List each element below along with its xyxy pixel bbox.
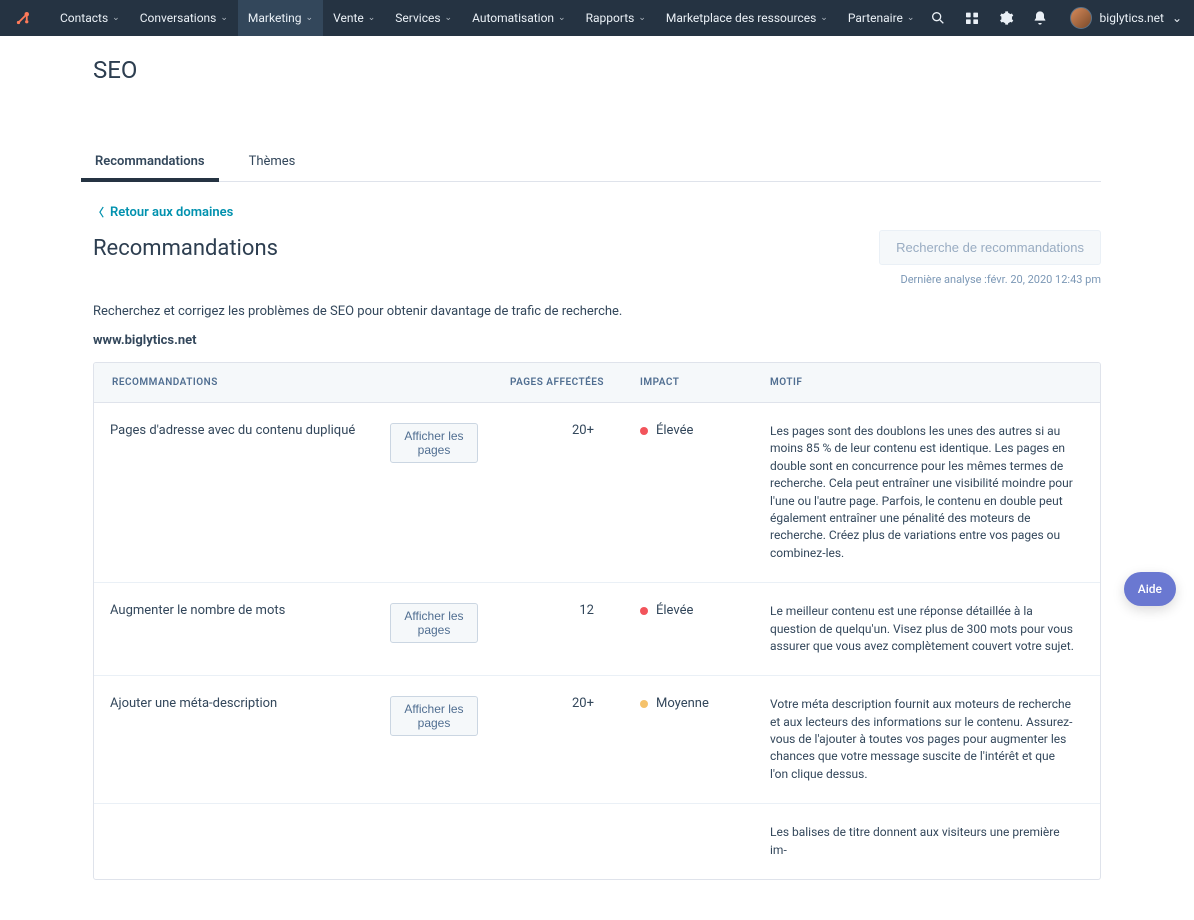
reason-text: Les pages sont des doublons les unes des… [754, 403, 1100, 582]
impact-cell [624, 804, 754, 844]
nav-item-conversations[interactable]: Conversations⌄ [130, 0, 238, 36]
back-link-label: Retour aux domaines [110, 205, 233, 220]
nav-item-contacts[interactable]: Contacts ⌄ [50, 0, 130, 36]
nav-item-marketplace-des-ressources[interactable]: Marketplace des ressources ⌄ [656, 0, 838, 36]
domain-name: www.biglytics.net [93, 333, 1101, 348]
impact-cell: Élevée [624, 583, 754, 638]
notifications-bell-icon[interactable] [1032, 10, 1048, 26]
col-header-reason: MOTIF [754, 363, 1100, 402]
chevron-down-icon: ⌄ [558, 13, 566, 23]
col-header-pages: PAGES AFFECTÉES [494, 363, 624, 402]
nav-items: Contacts⌄Conversations⌄Marketing⌄Vente⌄S… [50, 0, 924, 36]
account-label: biglytics.net [1100, 11, 1164, 25]
table-header: RECOMMANDATIONS PAGES AFFECTÉES IMPACT M… [94, 363, 1100, 403]
pages-affected [494, 804, 624, 844]
table-row: Les balises de titre donnent aux visiteu… [94, 804, 1100, 879]
chevron-left-icon: 〈 [93, 204, 104, 220]
rec-title: Pages d'adresse avec du contenu dupliqué [94, 403, 374, 458]
impact-label: Élevée [656, 603, 693, 618]
table-row: Augmenter le nombre de mots Afficher les … [94, 583, 1100, 676]
impact-cell: Élevée [624, 403, 754, 458]
pages-affected: 20+ [494, 403, 624, 458]
top-nav: Contacts⌄Conversations⌄Marketing⌄Vente⌄S… [0, 0, 1194, 36]
nav-item-label: Vente [333, 11, 364, 25]
nav-item-partenaire[interactable]: Partenaire ⌄ [838, 0, 925, 36]
hubspot-logo-icon[interactable] [12, 7, 34, 29]
pages-affected: 12 [494, 583, 624, 638]
show-pages-button[interactable]: Afficher les pages [390, 696, 478, 736]
nav-item-marketing[interactable]: Marketing ⌄ [238, 0, 323, 36]
nav-item-label: Automatisation [472, 11, 554, 25]
chevron-down-icon: ⌄ [368, 13, 376, 23]
settings-gear-icon[interactable] [998, 10, 1014, 26]
nav-utility-icons [930, 10, 1048, 26]
avatar [1070, 7, 1092, 29]
chevron-down-icon: ⌄ [907, 13, 915, 23]
rec-title [94, 804, 374, 844]
nav-item-label: Services [395, 11, 440, 25]
nav-item-label: Partenaire [848, 11, 903, 25]
nav-item-rapports[interactable]: Rapports⌄ [576, 0, 656, 36]
nav-item-label: Conversations [140, 11, 217, 25]
impact-label: Élevée [656, 423, 693, 438]
chevron-down-icon: ⌄ [1172, 11, 1182, 25]
section-title: Recommandations [93, 236, 278, 261]
nav-item-automatisation[interactable]: Automatisation ⌄ [462, 0, 576, 36]
chevron-down-icon: ⌄ [220, 13, 228, 23]
col-header-impact: IMPACT [624, 363, 754, 402]
chevron-down-icon: ⌄ [820, 13, 828, 23]
show-pages-button[interactable]: Afficher les pages [390, 603, 478, 643]
pages-affected: 20+ [494, 676, 624, 731]
intro-text: Recherchez et corrigez les problèmes de … [93, 304, 1101, 319]
account-menu[interactable]: biglytics.net ⌄ [1070, 7, 1182, 29]
page-title: SEO [93, 56, 1101, 84]
last-scan-timestamp: Dernière analyse :févr. 20, 2020 12:43 p… [879, 273, 1101, 286]
impact-cell: Moyenne [624, 676, 754, 731]
tab-recommandations[interactable]: Recommandations [93, 144, 207, 181]
scan-recommendations-button[interactable]: Recherche de recommandations [879, 230, 1101, 265]
nav-item-label: Contacts [60, 11, 108, 25]
reason-text: Les balises de titre donnent aux visiteu… [754, 804, 1100, 879]
search-icon[interactable] [930, 10, 946, 26]
tab-thèmes[interactable]: Thèmes [247, 144, 298, 181]
table-row: Pages d'adresse avec du contenu dupliqué… [94, 403, 1100, 583]
impact-label: Moyenne [656, 696, 709, 711]
rec-title: Augmenter le nombre de mots [94, 583, 374, 638]
rec-title: Ajouter une méta-description [94, 676, 374, 731]
impact-dot-icon [640, 607, 648, 615]
back-to-domains-link[interactable]: 〈 Retour aux domaines [93, 204, 233, 220]
reason-text: Le meilleur contenu est une réponse déta… [754, 583, 1100, 675]
reason-text: Votre méta description fournit aux moteu… [754, 676, 1100, 803]
chevron-down-icon: ⌄ [445, 13, 453, 23]
impact-dot-icon [640, 427, 648, 435]
col-header-recommendations: RECOMMANDATIONS [94, 363, 374, 402]
table-row: Ajouter une méta-description Afficher les… [94, 676, 1100, 804]
chevron-down-icon: ⌄ [638, 13, 646, 23]
chevron-down-icon: ⌄ [306, 13, 314, 23]
show-pages-button[interactable]: Afficher les pages [390, 423, 478, 463]
nav-item-label: Marketplace des ressources [666, 11, 816, 25]
nav-item-vente[interactable]: Vente ⌄ [323, 0, 385, 36]
nav-item-label: Rapports [586, 11, 635, 25]
recommendations-table: RECOMMANDATIONS PAGES AFFECTÉES IMPACT M… [93, 362, 1101, 880]
tabs: Recommandations Thèmes [93, 144, 1101, 182]
marketplace-icon[interactable] [964, 10, 980, 26]
impact-dot-icon [640, 700, 648, 708]
nav-item-services[interactable]: Services ⌄ [385, 0, 462, 36]
chevron-down-icon: ⌄ [112, 13, 120, 23]
help-button[interactable]: Aide [1124, 572, 1176, 606]
nav-item-label: Marketing [248, 11, 302, 25]
